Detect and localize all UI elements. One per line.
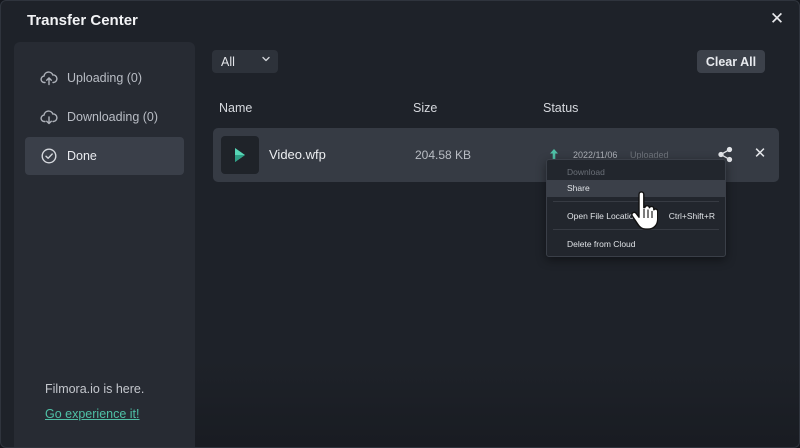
filter-value: All <box>221 54 235 69</box>
menu-item-delete-from-cloud[interactable]: Delete from Cloud <box>547 236 725 253</box>
remove-item-button[interactable]: ✕ <box>751 145 769 163</box>
menu-item-label: Delete from Cloud <box>567 239 636 249</box>
menu-item-label: Download <box>567 167 605 177</box>
menu-item-open-file-location[interactable]: Open File Location Ctrl+Shift+R <box>547 208 725 225</box>
menu-divider <box>553 229 719 230</box>
sidebar-item-done[interactable]: Done <box>25 137 184 175</box>
menu-item-download: Download <box>547 164 725 181</box>
close-window-button[interactable]: ✕ <box>767 9 787 29</box>
promo-text: Filmora.io is here. <box>45 382 145 396</box>
project-file-icon <box>221 136 259 174</box>
menu-item-share[interactable]: Share <box>547 180 725 197</box>
file-name: Video.wfp <box>269 147 326 162</box>
file-size: 204.58 KB <box>415 148 472 162</box>
column-header-status: Status <box>543 101 579 115</box>
column-header-name: Name <box>219 101 253 115</box>
bottom-shade <box>195 361 799 447</box>
clear-all-button[interactable]: Clear All <box>697 50 765 73</box>
sidebar-item-label: Uploading (0) <box>67 71 143 85</box>
menu-item-label: Open File Location <box>567 211 639 221</box>
filter-dropdown[interactable]: All <box>212 50 278 73</box>
sidebar-item-label: Downloading (0) <box>67 110 159 124</box>
sidebar-item-label: Done <box>67 149 97 163</box>
menu-item-shortcut: Ctrl+Shift+R <box>668 211 715 221</box>
column-header-size: Size <box>413 101 438 115</box>
transfer-center-window: Transfer Center ✕ Uploading (0) Download… <box>0 0 800 448</box>
titlebar: Transfer Center ✕ <box>1 1 799 41</box>
window-title: Transfer Center <box>27 12 138 29</box>
sidebar-item-uploading[interactable]: Uploading (0) <box>25 59 184 97</box>
chevron-down-icon <box>262 56 270 62</box>
context-menu: Download Share Open File Location Ctrl+S… <box>546 159 726 257</box>
menu-item-label: Share <box>567 183 590 193</box>
promo-link[interactable]: Go experience it! <box>45 407 140 421</box>
sidebar-item-downloading[interactable]: Downloading (0) <box>25 98 184 136</box>
cloud-download-icon <box>40 108 58 126</box>
cloud-upload-icon <box>40 69 58 87</box>
check-circle-icon <box>40 147 58 165</box>
menu-divider <box>553 201 719 202</box>
